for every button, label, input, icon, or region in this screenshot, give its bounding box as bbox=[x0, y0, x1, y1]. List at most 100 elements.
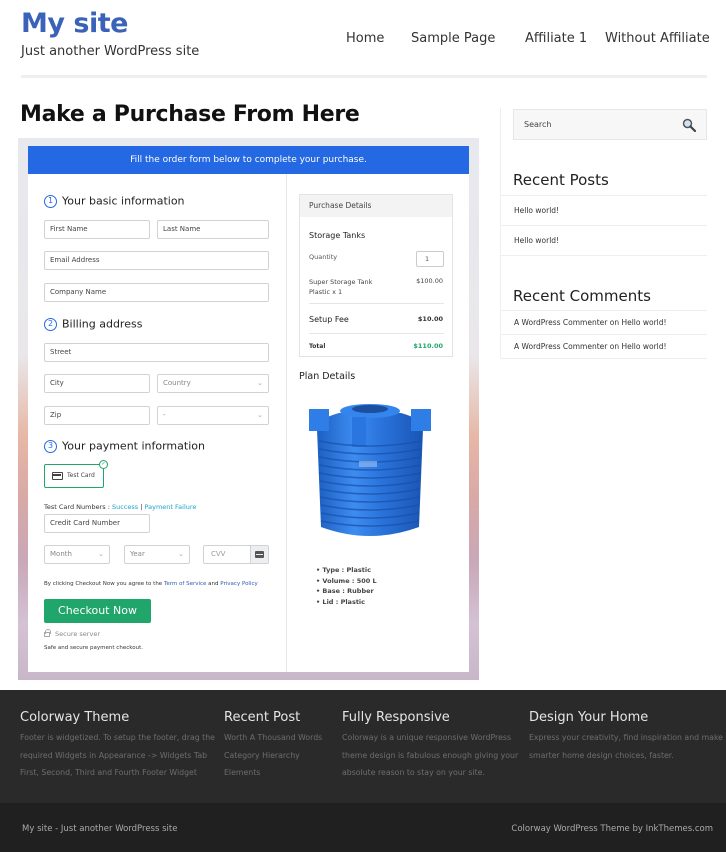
footer-col-title: Colorway Theme bbox=[20, 710, 130, 725]
divider bbox=[309, 333, 444, 334]
chevron-down-icon: ⌄ bbox=[98, 550, 104, 558]
street-input[interactable]: Street bbox=[44, 343, 269, 362]
state-select-value: - bbox=[163, 411, 166, 419]
card-number-input[interactable]: Credit Card Number bbox=[44, 514, 150, 533]
chevron-down-icon: ⌄ bbox=[257, 411, 263, 419]
footer-col-title: Design Your Home bbox=[529, 710, 649, 725]
order-form-card: Fill the order form below to complete yo… bbox=[28, 146, 469, 672]
plan-spec-item: Lid : Plastic bbox=[316, 597, 377, 608]
footer-col-title: Recent Post bbox=[224, 710, 301, 725]
quantity-input[interactable]: 1 bbox=[416, 251, 444, 267]
setup-fee-label: Setup Fee bbox=[309, 315, 349, 324]
search-placeholder: Search bbox=[524, 120, 552, 129]
footer-text-line: Footer is widgetized. To setup the foote… bbox=[20, 733, 215, 742]
country-select-value: Country bbox=[163, 379, 191, 387]
recent-post-link[interactable]: Hello world! bbox=[501, 196, 707, 226]
payment-option-test-card[interactable]: Test Card ✓ bbox=[44, 460, 108, 488]
main-nav: Home Sample Page Affiliate 1 Without Aff… bbox=[0, 31, 726, 51]
cvv-input[interactable]: CVV bbox=[203, 545, 269, 564]
privacy-link[interactable]: Privacy Policy bbox=[220, 581, 257, 587]
line-item: Super Storage Tank Plastic x 1 bbox=[309, 277, 372, 297]
page-title: Make a Purchase From Here bbox=[20, 102, 360, 127]
year-select-value: Year bbox=[130, 550, 145, 558]
secure-server-label: Secure server bbox=[55, 630, 100, 638]
footer-widgets: Colorway Theme Footer is widgetized. To … bbox=[0, 690, 726, 803]
search-input[interactable]: Search bbox=[513, 109, 707, 140]
nav-without-affiliate[interactable]: Without Affiliate bbox=[605, 31, 710, 46]
footer-post-link[interactable]: Elements bbox=[224, 764, 322, 782]
plan-spec-item: Type : Plastic bbox=[316, 565, 377, 576]
payment-option-label: Test Card bbox=[67, 472, 95, 479]
footer-post-link[interactable]: Category Hierarchy bbox=[224, 747, 322, 765]
checkmark-icon: ✓ bbox=[99, 460, 108, 469]
search-icon[interactable] bbox=[682, 118, 696, 132]
state-select[interactable]: - ⌄ bbox=[157, 406, 269, 425]
cvv-placeholder: CVV bbox=[211, 550, 226, 558]
recent-post-link[interactable]: Hello world! bbox=[501, 226, 707, 256]
email-input[interactable]: Email Address bbox=[44, 251, 269, 270]
step-billing-address: 2 Billing address bbox=[44, 317, 142, 331]
month-select[interactable]: Month ⌄ bbox=[44, 545, 110, 564]
footer-text-line: First, Second, Third and Fourth Footer W… bbox=[20, 768, 197, 777]
header-divider bbox=[21, 75, 707, 78]
card-icon bbox=[250, 546, 268, 563]
terms-link[interactable]: Term of Service bbox=[164, 581, 206, 587]
test-failure-link[interactable]: Payment Failure bbox=[145, 503, 197, 511]
nav-affiliate-1[interactable]: Affiliate 1 bbox=[525, 31, 587, 46]
zip-input[interactable]: Zip bbox=[44, 406, 150, 425]
plan-spec-item: Volume : 500 L bbox=[316, 576, 376, 587]
year-select[interactable]: Year ⌄ bbox=[124, 545, 190, 564]
country-select[interactable]: Country ⌄ bbox=[157, 374, 269, 393]
recent-comment-link[interactable]: A WordPress Commenter on Hello world! bbox=[501, 335, 707, 359]
first-name-input[interactable]: First Name bbox=[44, 220, 150, 239]
credit-card-icon bbox=[52, 472, 63, 480]
recent-posts-title: Recent Posts bbox=[513, 171, 609, 189]
footer-col-title: Fully Responsive bbox=[342, 710, 450, 725]
company-input[interactable]: Company Name bbox=[44, 283, 269, 302]
safe-checkout-text: Safe and secure payment checkout. bbox=[44, 645, 143, 651]
city-input[interactable]: City bbox=[44, 374, 150, 393]
checkout-now-button[interactable]: Checkout Now bbox=[44, 599, 151, 623]
footer-col-recent-post: Recent Post Worth A Thousand Words Categ… bbox=[224, 710, 322, 782]
nav-sample-page[interactable]: Sample Page bbox=[411, 31, 495, 46]
divider bbox=[309, 303, 444, 304]
footer-text-line: Express your creativity, find inspiratio… bbox=[529, 733, 723, 742]
copyright-right[interactable]: Colorway WordPress Theme by InkThemes.co… bbox=[511, 824, 713, 834]
month-select-value: Month bbox=[50, 550, 72, 558]
last-name-input[interactable]: Last Name bbox=[157, 220, 269, 239]
line-item-variant: Plastic x 1 bbox=[309, 288, 343, 296]
step-basic-info: 1 Your basic information bbox=[44, 194, 185, 208]
footer-col-responsive: Fully Responsive Colorway is a unique re… bbox=[342, 710, 518, 782]
step-payment-info: 3 Your payment information bbox=[44, 439, 205, 453]
step-label: Your basic information bbox=[62, 194, 185, 208]
plan-specs-list: Type : Plastic Volume : 500 L Base : Rub… bbox=[316, 565, 377, 608]
product-name: Storage Tanks bbox=[309, 231, 366, 240]
order-banner: Fill the order form below to complete yo… bbox=[28, 146, 469, 174]
lock-icon bbox=[44, 629, 51, 637]
footer-post-link[interactable]: Worth A Thousand Words bbox=[224, 729, 322, 747]
purchase-details-panel: Purchase Details Storage Tanks Quantity … bbox=[299, 194, 453, 357]
line-item-name: Super Storage Tank bbox=[309, 278, 373, 286]
footer-text-line: required Widgets in Appearance -> Widget… bbox=[20, 750, 208, 760]
recent-comment-link[interactable]: A WordPress Commenter on Hello world! bbox=[501, 311, 707, 335]
copyright-left[interactable]: My site - Just another WordPress site bbox=[22, 824, 177, 834]
step-label: Billing address bbox=[62, 317, 143, 331]
test-success-link[interactable]: Success bbox=[112, 503, 138, 511]
total-price: $110.00 bbox=[413, 342, 443, 350]
chevron-down-icon: ⌄ bbox=[178, 550, 184, 558]
footer-text-line: theme design is fabulous enough giving y… bbox=[342, 750, 519, 760]
plan-spec-item: Base : Rubber bbox=[316, 586, 377, 597]
footer-col-design-home: Design Your Home Express your creativity… bbox=[529, 710, 723, 764]
footer-text-line: absolute reason to stay on your site. bbox=[342, 768, 485, 777]
nav-home[interactable]: Home bbox=[346, 31, 384, 46]
and-text: and bbox=[208, 581, 219, 587]
plan-details-heading: Plan Details bbox=[299, 371, 356, 382]
agree-text: By clicking Checkout Now you agree to th… bbox=[44, 581, 163, 587]
site-header: My site Just another WordPress site Home… bbox=[0, 0, 726, 80]
step-number: 1 bbox=[44, 194, 57, 208]
footer-text-line: Colorway is a unique responsive WordPres… bbox=[342, 733, 512, 742]
separator: | bbox=[140, 503, 143, 511]
test-card-numbers: Test Card Numbers : Success | Payment Fa… bbox=[44, 503, 196, 511]
copyright-bar: My site - Just another WordPress site Co… bbox=[0, 803, 726, 852]
terms-agreement: By clicking Checkout Now you agree to th… bbox=[44, 581, 258, 587]
